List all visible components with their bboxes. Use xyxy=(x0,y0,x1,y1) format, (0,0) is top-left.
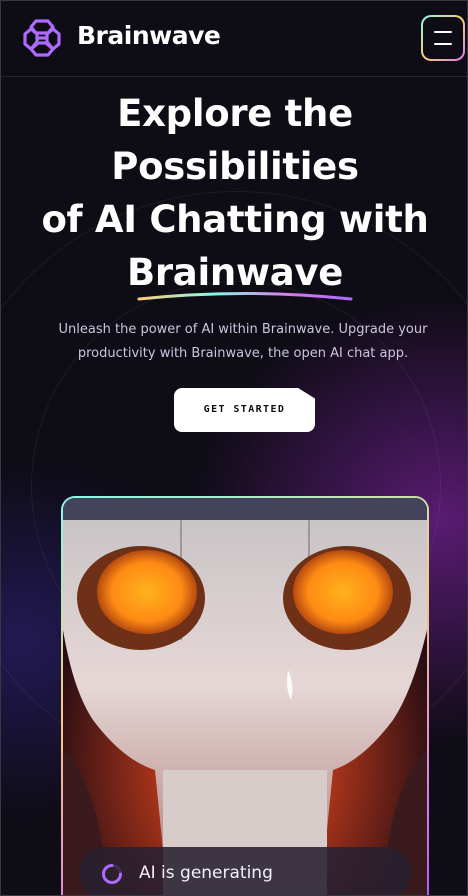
menu-button[interactable] xyxy=(421,15,465,61)
ai-status-pill: AI is generating xyxy=(79,847,411,895)
loading-spinner-icon xyxy=(102,864,122,884)
hero-title-line: Explore the xyxy=(117,92,353,135)
logo-text[interactable]: Brainwave xyxy=(77,21,221,50)
title-curve-underline xyxy=(137,292,353,301)
page: Brainwave Explore the Possibilities of A… xyxy=(0,0,468,896)
get-started-button[interactable]: GET STARTED xyxy=(174,388,315,432)
preview-card xyxy=(61,496,429,895)
hero-title-line: of AI Chatting with xyxy=(41,198,429,241)
ai-status-text: AI is generating xyxy=(139,863,273,883)
robot-face-image xyxy=(63,520,427,895)
preview-card-toolbar xyxy=(63,498,427,520)
hero-title-line: Possibilities xyxy=(111,145,359,188)
site-header: Brainwave xyxy=(1,1,467,77)
hero-subtitle: Unleash the power of AI within Brainwave… xyxy=(58,322,428,361)
brainwave-logo-icon[interactable] xyxy=(21,17,63,59)
hero-title: Explore the Possibilities of AI Chatting… xyxy=(1,87,467,299)
